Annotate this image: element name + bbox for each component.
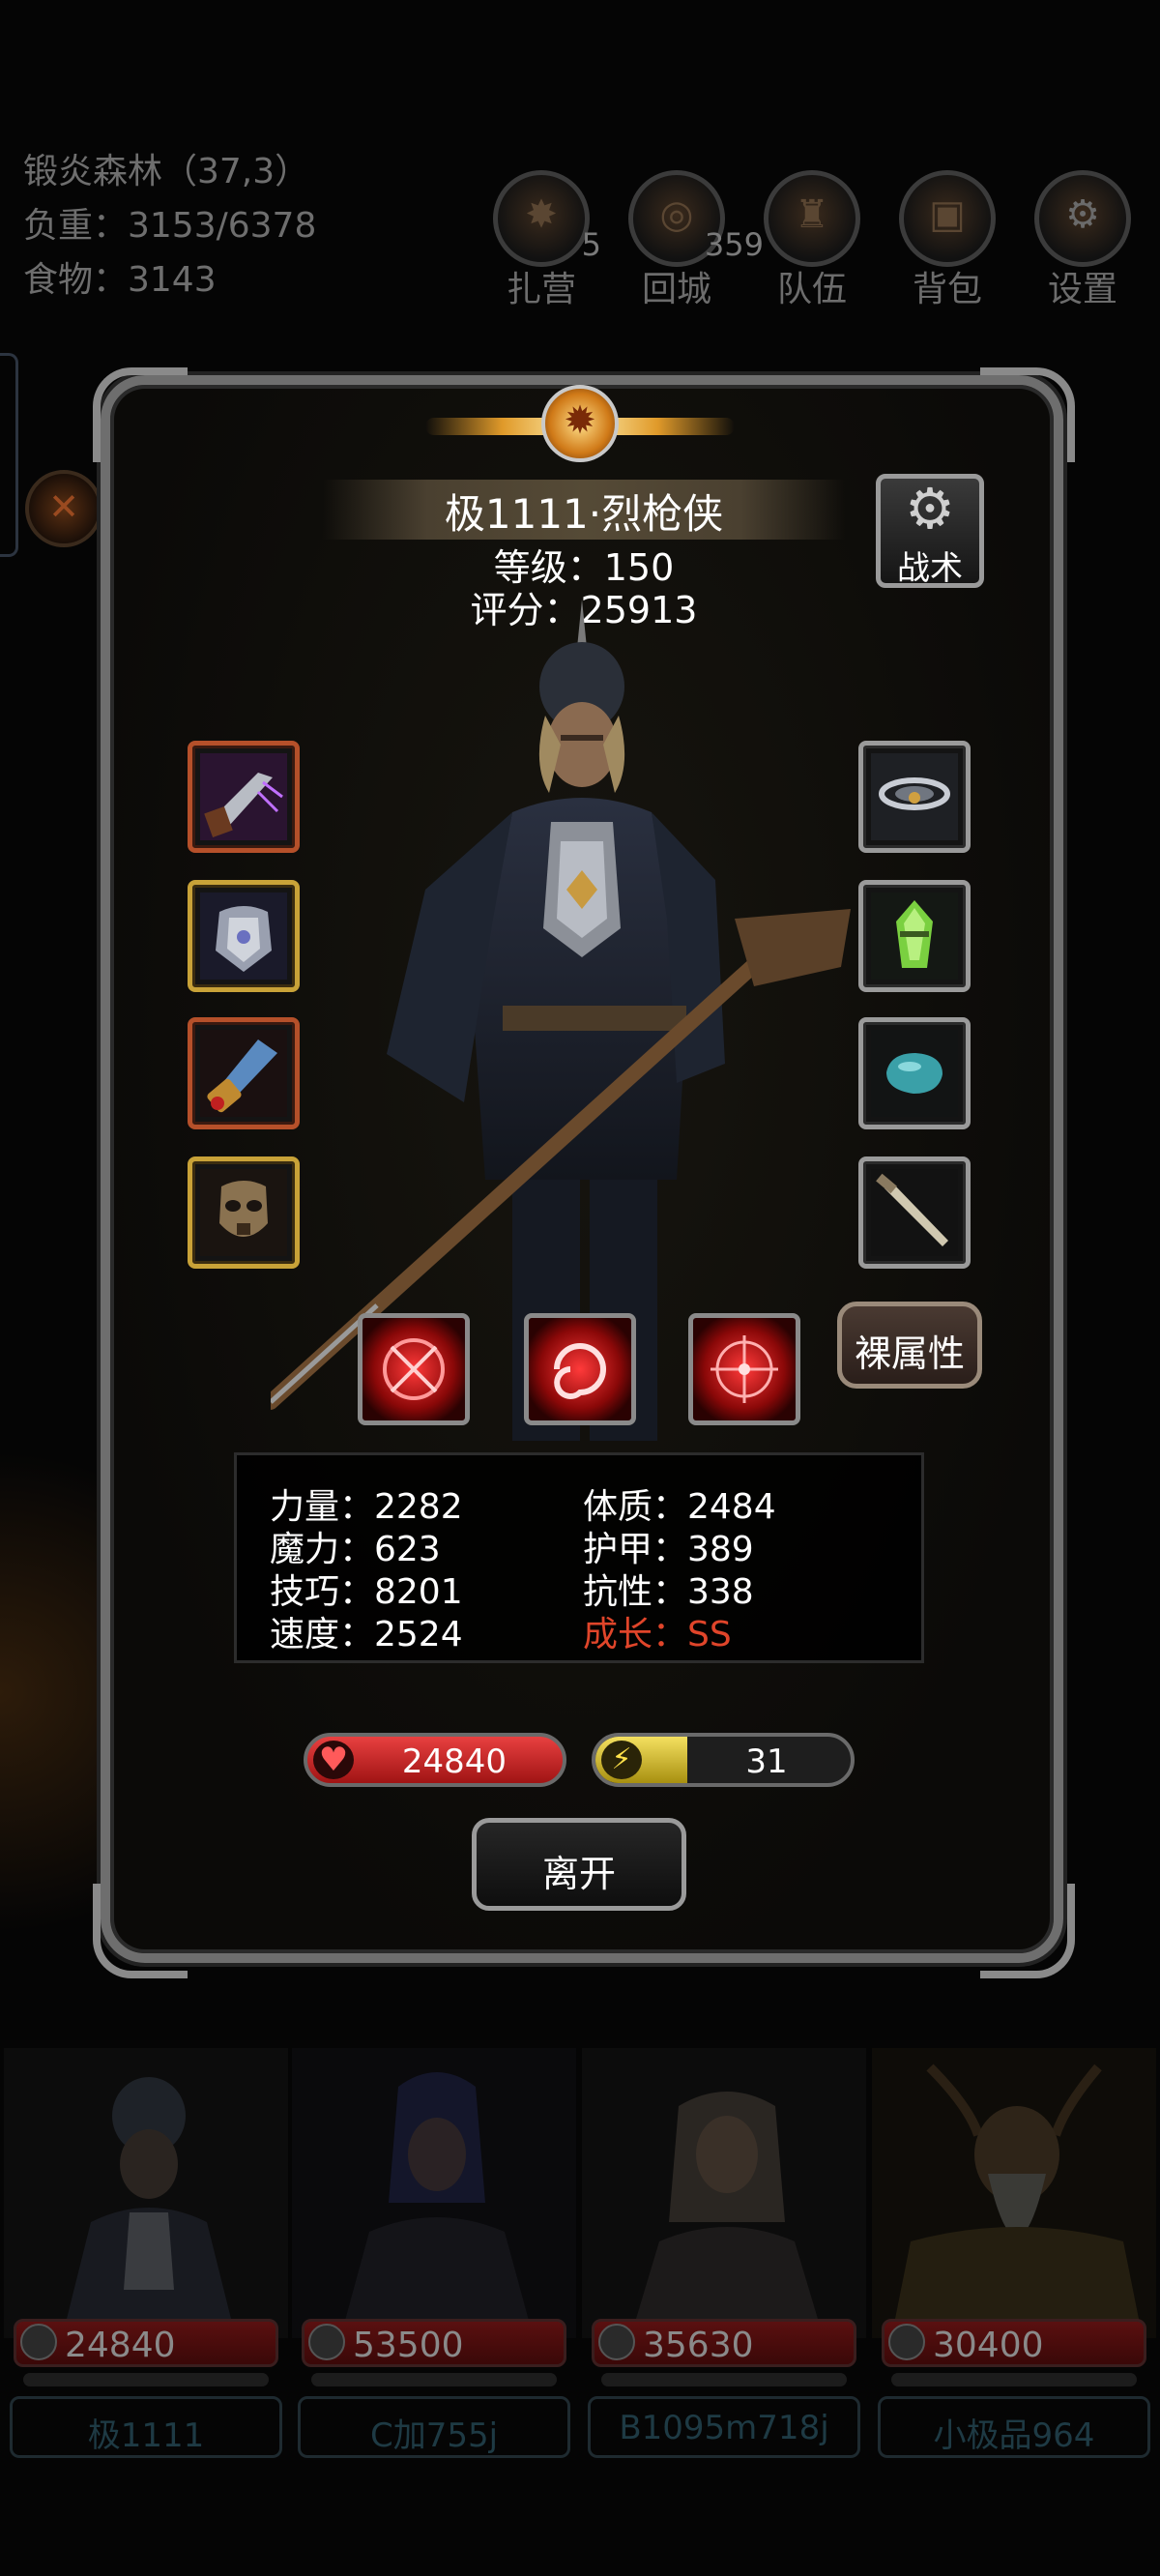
camp-badge: 5 <box>581 226 601 263</box>
energy-bar: ⚡ 31 <box>592 1733 855 1787</box>
team-name: C加755j <box>369 2416 499 2455</box>
naked-stats-label: 裸属性 <box>854 1332 965 1375</box>
character-name: 极1111·烈枪侠 <box>444 490 724 538</box>
camp-button[interactable]: ✸ 5 扎营 <box>483 170 601 315</box>
team-name: 极1111 <box>87 2416 205 2455</box>
crosshair-skill-icon[interactable] <box>358 1313 470 1425</box>
team-hp-bar: 53500 <box>302 2319 566 2367</box>
leave-button[interactable]: 离开 <box>472 1818 686 1911</box>
hud-buttons: ✸ 5 扎营 ◎ 359 回城 ♜ 队伍 ▣ 背包 ⚙ 设置 <box>483 170 1141 315</box>
team-name-box: 极1111 <box>10 2396 282 2458</box>
leave-label: 离开 <box>541 1853 616 1895</box>
food-label: 食物：3143 <box>23 260 217 300</box>
tactics-label: 战术 <box>897 549 963 588</box>
team-hp-value: 53500 <box>353 2326 464 2365</box>
stat-speed: 速度：2524 <box>270 1615 463 1654</box>
sun-emblem-icon: ✹ <box>541 385 619 462</box>
team-hp-bar: 24840 <box>14 2319 278 2367</box>
panel-crest: ✹ <box>425 371 735 478</box>
gear-icon: ⚙ <box>905 476 955 542</box>
panel-corner-top-left <box>93 367 188 462</box>
hud-info: 锻炎森林（37,3） 负重：3153/6378 食物：3143 <box>23 145 316 307</box>
bone-blade-icon[interactable] <box>858 1156 971 1269</box>
panel-corner-bottom-left <box>93 1884 188 1978</box>
backpack-button[interactable]: ▣ 背包 <box>889 170 1005 315</box>
stat-growth: 成长：SS <box>583 1615 732 1654</box>
hero-portrait-sorceress <box>292 2048 576 2338</box>
side-drawer-tab[interactable] <box>0 353 18 557</box>
team-hp-value: 30400 <box>933 2326 1044 2365</box>
backpack-label: 背包 <box>912 270 982 309</box>
team-name-box: B1095m718j <box>588 2396 860 2458</box>
team-sub-bar <box>601 2373 847 2386</box>
weight-label: 负重：3153/6378 <box>23 206 317 246</box>
settings-label: 设置 <box>1047 270 1117 309</box>
lightning-icon: ⚡ <box>601 1741 642 1779</box>
hp-bar: ♥ 24840 <box>304 1733 566 1787</box>
team-hp-value: 35630 <box>643 2326 754 2365</box>
team-name-box: 小极品964 <box>878 2396 1150 2458</box>
team-label: 队伍 <box>776 270 847 309</box>
settings-button[interactable]: ⚙ 设置 <box>1025 170 1141 315</box>
sword-icon <box>20 2324 57 2360</box>
swirl-skill-icon[interactable] <box>524 1313 636 1425</box>
flintlock-pistol-icon[interactable] <box>188 741 300 853</box>
hero-portrait-druid <box>872 2048 1156 2338</box>
team-icon: ♜ <box>764 170 860 267</box>
chest-armor-icon[interactable] <box>188 880 300 992</box>
stats-panel: 力量：2282 体质：2484 魔力：623 护甲：389 技巧：8201 抗性… <box>234 1452 924 1663</box>
team-name: 小极品964 <box>933 2416 1095 2455</box>
team-card[interactable]: 24840 极1111 <box>4 2048 288 2464</box>
teal-stone-icon[interactable] <box>858 1017 971 1129</box>
team-card[interactable]: 30400 小极品964 <box>872 2048 1156 2464</box>
naked-stats-button[interactable]: 裸属性 <box>837 1302 982 1389</box>
team-name-box: C加755j <box>298 2396 570 2458</box>
campfire-icon: ✸ <box>493 170 590 267</box>
team-sub-bar <box>311 2373 557 2386</box>
return-city-label: 回城 <box>641 270 711 309</box>
team-sub-bar <box>891 2373 1137 2386</box>
team-card[interactable]: 35630 B1095m718j <box>582 2048 866 2464</box>
cloud-ring-icon[interactable] <box>858 741 971 853</box>
target-skill-icon[interactable] <box>688 1313 800 1425</box>
tactics-button[interactable]: ⚙ 战术 <box>876 474 984 588</box>
green-gem-icon[interactable] <box>858 880 971 992</box>
team-hp-bar: 35630 <box>592 2319 856 2367</box>
return-city-button[interactable]: ◎ 359 回城 <box>619 170 764 315</box>
backpack-icon: ▣ <box>899 170 996 267</box>
panel-corner-top-right <box>980 367 1075 462</box>
camp-label: 扎营 <box>506 270 576 309</box>
hero-portrait-nun <box>582 2048 866 2338</box>
gear-icon: ⚙ <box>1034 170 1131 267</box>
team-button[interactable]: ♜ 队伍 <box>754 170 870 315</box>
sword-icon <box>888 2324 925 2360</box>
team-hp-bar: 30400 <box>882 2319 1146 2367</box>
skill-orb-icon[interactable]: ✕ <box>25 470 102 547</box>
hp-value: 24840 <box>401 1742 508 1781</box>
team-card[interactable]: 53500 C加755j <box>292 2048 576 2464</box>
team-name: B1095m718j <box>619 2409 829 2447</box>
panel-corner-bottom-right <box>980 1884 1075 1978</box>
team-hp-value: 24840 <box>65 2326 176 2365</box>
sword-icon <box>308 2324 345 2360</box>
bracer-icon[interactable] <box>188 1017 300 1129</box>
location-label: 锻炎森林（37,3） <box>23 152 310 191</box>
hero-portrait-gunner <box>4 2048 288 2338</box>
mask-icon[interactable] <box>188 1156 300 1269</box>
team-sub-bar <box>23 2373 269 2386</box>
sword-icon <box>598 2324 635 2360</box>
energy-value: 31 <box>745 1742 788 1781</box>
